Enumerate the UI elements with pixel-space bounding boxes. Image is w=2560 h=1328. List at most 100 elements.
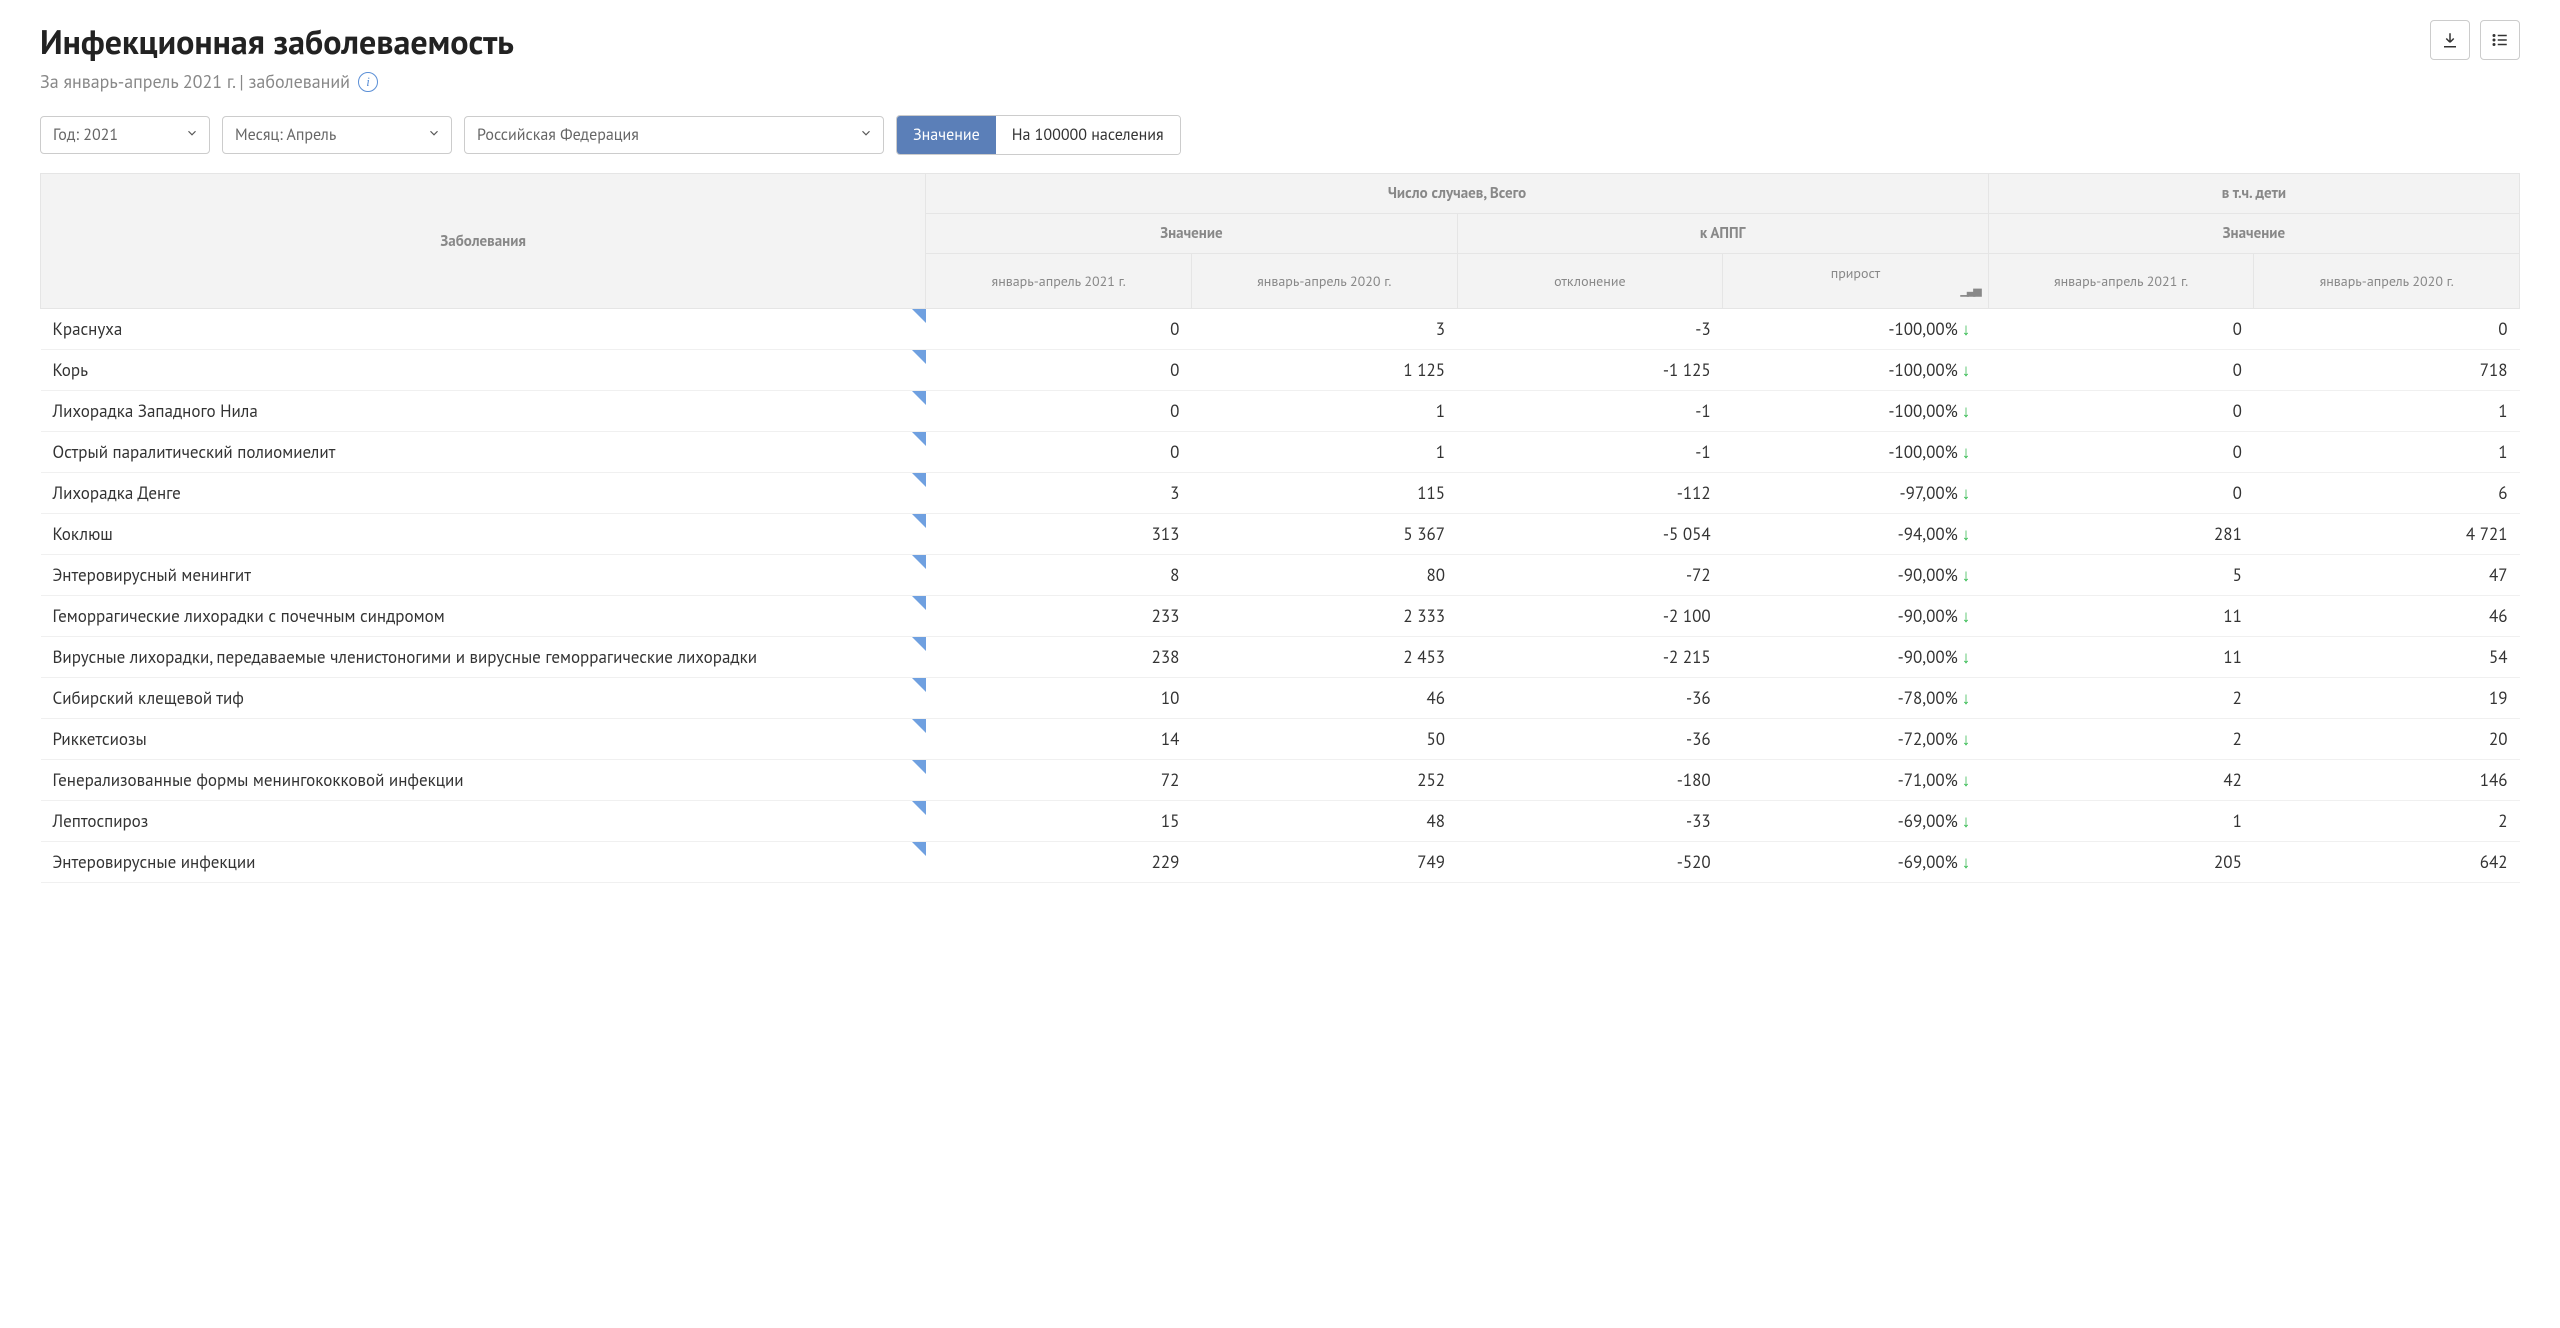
col-total: Число случаев, Всего [926, 174, 1988, 214]
children-2020-cell: 20 [2254, 719, 2520, 760]
growth-value: -90,00% [1898, 605, 1958, 627]
disease-cell[interactable]: Генерализованные формы менингококковой и… [41, 760, 926, 801]
disease-cell[interactable]: Риккетсиозы [41, 719, 926, 760]
growth-value: -90,00% [1898, 564, 1958, 586]
expand-corner-icon[interactable] [912, 391, 926, 405]
disease-label: Коклюш [53, 523, 113, 545]
value-2020-cell: 1 125 [1191, 350, 1457, 391]
col-2020[interactable]: январь-апрель 2020 г. [1191, 254, 1457, 309]
expand-corner-icon[interactable] [912, 432, 926, 446]
children-2021-cell: 11 [1988, 637, 2254, 678]
table-row: Генерализованные формы менингококковой и… [41, 760, 2520, 801]
disease-cell[interactable]: Лептоспироз [41, 801, 926, 842]
list-view-button[interactable] [2480, 20, 2520, 60]
children-2020-cell: 4 721 [2254, 514, 2520, 555]
chevron-down-icon [859, 125, 873, 145]
value-2020-cell: 46 [1191, 678, 1457, 719]
col-value: Значение [926, 214, 1457, 254]
children-2021-cell: 0 [1988, 432, 2254, 473]
growth-value: -100,00% [1888, 318, 1957, 340]
arrow-down-icon: ↓ [1962, 318, 1971, 340]
disease-cell[interactable]: Коклюш [41, 514, 926, 555]
value-2020-cell: 252 [1191, 760, 1457, 801]
col-children-2021[interactable]: январь-апрель 2021 г. [1988, 254, 2254, 309]
children-2020-cell: 1 [2254, 391, 2520, 432]
disease-cell[interactable]: Геморрагические лихорадки с почечным син… [41, 596, 926, 637]
arrow-down-icon: ↓ [1962, 687, 1971, 709]
chevron-down-icon [427, 125, 441, 145]
download-icon [2441, 31, 2459, 49]
expand-corner-icon[interactable] [912, 801, 926, 815]
growth-cell: -94,00%↓ [1723, 514, 1989, 555]
growth-cell: -78,00%↓ [1723, 678, 1989, 719]
table-row: Корь01 125-1 125-100,00%↓0718 [41, 350, 2520, 391]
month-select[interactable]: Месяц: Апрель [222, 116, 452, 154]
expand-corner-icon[interactable] [912, 514, 926, 528]
disease-cell[interactable]: Острый паралитический полиомиелит [41, 432, 926, 473]
disease-label: Риккетсиозы [53, 728, 147, 750]
disease-label: Сибирский клещевой тиф [53, 687, 244, 709]
disease-cell[interactable]: Лихорадка Западного Нила [41, 391, 926, 432]
value-2021-cell: 0 [926, 391, 1192, 432]
disease-label: Острый паралитический полиомиелит [53, 441, 336, 463]
expand-corner-icon[interactable] [912, 760, 926, 774]
value-2020-cell: 50 [1191, 719, 1457, 760]
children-2021-cell: 2 [1988, 719, 2254, 760]
value-2021-cell: 0 [926, 309, 1192, 350]
toggle-per-100k[interactable]: На 100000 населения [996, 116, 1180, 154]
disease-cell[interactable]: Энтеровирусный менингит [41, 555, 926, 596]
expand-corner-icon[interactable] [912, 637, 926, 651]
growth-cell: -100,00%↓ [1723, 391, 1989, 432]
col-2021[interactable]: январь-апрель 2021 г. [926, 254, 1192, 309]
disease-label: Лихорадка Денге [53, 482, 181, 504]
children-2021-cell: 0 [1988, 350, 2254, 391]
value-2020-cell: 5 367 [1191, 514, 1457, 555]
expand-corner-icon[interactable] [912, 678, 926, 692]
expand-corner-icon[interactable] [912, 473, 926, 487]
disease-cell[interactable]: Сибирский клещевой тиф [41, 678, 926, 719]
children-2021-cell: 0 [1988, 473, 2254, 514]
value-2020-cell: 48 [1191, 801, 1457, 842]
growth-value: -97,00% [1899, 482, 1957, 504]
col-deviation[interactable]: отклонение [1457, 254, 1723, 309]
children-2020-cell: 54 [2254, 637, 2520, 678]
arrow-down-icon: ↓ [1962, 400, 1971, 422]
deviation-cell: -33 [1457, 801, 1723, 842]
children-2020-cell: 0 [2254, 309, 2520, 350]
disease-cell[interactable]: Вирусные лихорадки, передаваемые членист… [41, 637, 926, 678]
deviation-cell: -1 125 [1457, 350, 1723, 391]
disease-label: Геморрагические лихорадки с почечным син… [53, 605, 445, 627]
growth-value: -69,00% [1898, 810, 1958, 832]
region-select[interactable]: Российская Федерация [464, 116, 884, 154]
col-disease[interactable]: Заболевания [41, 174, 926, 309]
table-row: Краснуха03-3-100,00%↓00 [41, 309, 2520, 350]
expand-corner-icon[interactable] [912, 555, 926, 569]
expand-corner-icon[interactable] [912, 350, 926, 364]
expand-corner-icon[interactable] [912, 309, 926, 323]
children-2021-cell: 5 [1988, 555, 2254, 596]
disease-cell[interactable]: Корь [41, 350, 926, 391]
info-icon[interactable]: i [358, 72, 378, 92]
expand-corner-icon[interactable] [912, 719, 926, 733]
expand-corner-icon[interactable] [912, 596, 926, 610]
value-2021-cell: 3 [926, 473, 1192, 514]
year-select[interactable]: Год: 2021 [40, 116, 210, 154]
col-growth[interactable]: прирост ▁▃▅ [1723, 254, 1989, 309]
growth-cell: -71,00%↓ [1723, 760, 1989, 801]
arrow-down-icon: ↓ [1962, 359, 1971, 381]
value-toggle: Значение На 100000 населения [896, 115, 1181, 155]
download-button[interactable] [2430, 20, 2470, 60]
toggle-value[interactable]: Значение [897, 116, 996, 154]
deviation-cell: -2 215 [1457, 637, 1723, 678]
growth-value: -94,00% [1898, 523, 1958, 545]
table-row: Коклюш3135 367-5 054-94,00%↓2814 721 [41, 514, 2520, 555]
expand-corner-icon[interactable] [912, 842, 926, 856]
disease-cell[interactable]: Лихорадка Денге [41, 473, 926, 514]
col-children-2020[interactable]: январь-апрель 2020 г. [2254, 254, 2520, 309]
disease-cell[interactable]: Энтеровирусные инфекции [41, 842, 926, 883]
children-2021-cell: 205 [1988, 842, 2254, 883]
disease-label: Лептоспироз [53, 810, 149, 832]
subtitle-text: За январь-апрель 2021 г. | заболеваний [40, 70, 350, 93]
arrow-down-icon: ↓ [1962, 482, 1971, 504]
disease-cell[interactable]: Краснуха [41, 309, 926, 350]
